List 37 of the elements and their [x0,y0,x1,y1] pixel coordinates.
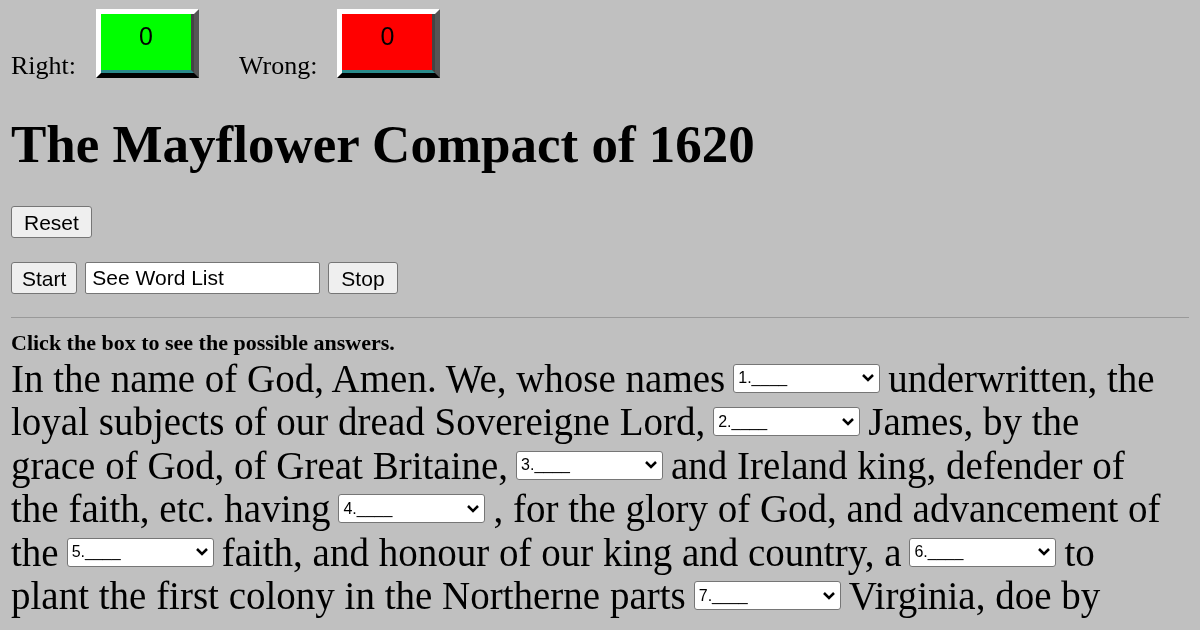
passage-text: plant the first colony in the Northerne parts [11,574,686,618]
reset-button[interactable]: Reset [11,206,92,238]
passage-text: the [11,530,59,574]
passage-text: the faith, etc. having [11,487,331,531]
counter-value: 0 [139,21,153,52]
passage-text: In the name of God, Amen. We, whose names [11,356,726,400]
answer-dropdown[interactable]: 5.____ [66,537,214,567]
passage-text: , for the glory of God, and advancement of [493,487,1161,531]
passage-text: and Ireland king, defender of [671,443,1125,487]
answer-dropdown[interactable]: 7.____ [693,581,841,611]
start-button[interactable]: Start [11,262,78,294]
passage-text: Virginia, doe by [848,574,1101,618]
answer-dropdown[interactable]: 1.____ [733,363,881,393]
chevron-down-icon [1037,547,1052,558]
passage-text: loyal subjects of our dread Sovereigne Lord, [11,400,706,444]
answer-dropdown[interactable]: 4.____ [338,494,486,524]
chevron-down-icon [194,547,209,558]
chevron-down-icon [861,373,876,384]
chevron-down-icon [466,503,481,514]
stop-button[interactable]: Stop [328,262,398,294]
counter-value: 0 [380,21,395,52]
passage-text: James, by the [868,400,1080,444]
passage-text: to [1064,530,1095,574]
chevron-down-icon [644,460,659,471]
page-title: The Mayflower Compact of 1620 [11,118,756,171]
word-list-field[interactable]: See Word List [85,262,321,294]
answer-dropdown[interactable]: 6.____ [909,537,1057,567]
chevron-down-icon [841,416,856,427]
counter-label: Wrong: [239,53,318,79]
passage-text: underwritten, the [888,356,1155,400]
instruction-text: Click the box to see the possible answers. [11,329,396,357]
passage-text: faith, and honour of our king and country, a [221,530,902,574]
answer-dropdown[interactable]: 2.____ [713,407,861,437]
answer-dropdown[interactable]: 3.____ [516,450,664,480]
chevron-down-icon [821,590,836,601]
counter-label: Right: [11,53,76,79]
passage-text: grace of God, of Great Britaine, [11,443,509,487]
